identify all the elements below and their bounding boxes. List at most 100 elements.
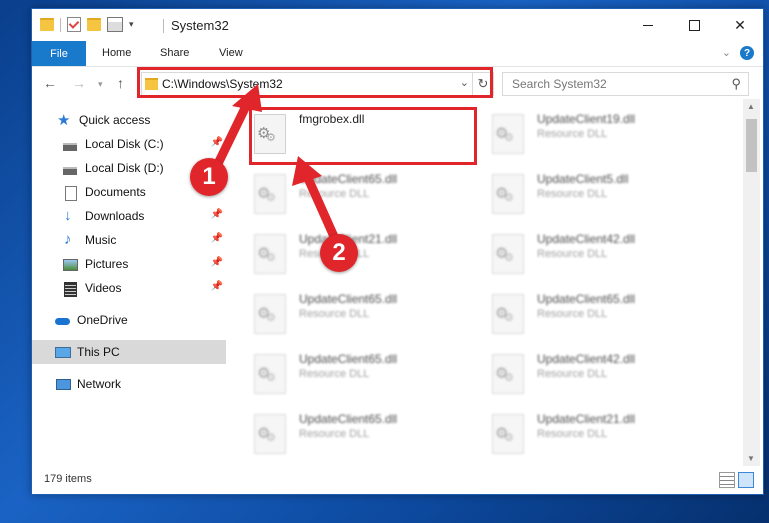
forward-button[interactable]: → [72, 75, 86, 91]
file-name: UpdateClient65.dll [299, 292, 398, 306]
list-item[interactable]: UpdateClient65.dll Resource DLL [465, 287, 697, 337]
sidebar-item-label: Local Disk (D:) [85, 161, 164, 175]
sidebar-item-local-disk-c[interactable]: Local Disk (C:) 📌 [32, 132, 226, 156]
document-icon [63, 185, 78, 201]
file-type: Resource DLL [299, 308, 370, 320]
list-item[interactable]: UpdateClient65.dll Resource DLL [227, 407, 459, 457]
search-input[interactable]: Search System32 ⚲ [502, 72, 749, 96]
minimize-button[interactable] [625, 9, 671, 41]
dll-file-icon [492, 234, 524, 274]
dll-file-icon [254, 234, 286, 274]
close-icon: ✕ [734, 16, 746, 33]
sidebar-item-videos[interactable]: Videos 📌 [32, 276, 226, 300]
item-count: 179 items [44, 473, 92, 485]
file-type: Resource DLL [299, 188, 370, 200]
search-placeholder: Search System32 [512, 77, 607, 91]
file-type: Resource DLL [537, 128, 608, 140]
expand-ribbon-icon[interactable]: ⌄ [722, 46, 731, 59]
pin-icon: 📌 [210, 233, 223, 244]
tab-file[interactable]: File [32, 41, 86, 66]
sidebar-item-label: Videos [85, 281, 122, 295]
list-item[interactable]: UpdateClient65.dll Resource DLL [227, 287, 459, 337]
download-icon: ↓ [64, 206, 72, 224]
maximize-button[interactable] [671, 9, 717, 41]
sidebar-item-music[interactable]: ♪ Music 📌 [32, 228, 226, 252]
star-icon: ★ [57, 111, 71, 129]
toolbar-divider [60, 17, 61, 32]
file-type: Resource DLL [537, 188, 608, 200]
new-folder-icon[interactable] [87, 18, 101, 31]
callout-2: 2 [320, 234, 358, 272]
title-divider [163, 19, 164, 33]
sidebar-item-label: Quick access [79, 113, 151, 127]
drive-icon [63, 138, 78, 151]
list-item[interactable]: UpdateClient21.dll Resource DLL [465, 407, 697, 457]
dll-file-icon [492, 414, 524, 454]
up-button[interactable]: ↑ [117, 75, 124, 91]
large-icons-view-icon[interactable] [738, 472, 754, 488]
list-item[interactable]: UpdateClient42.dll Resource DLL [465, 347, 697, 397]
music-icon: ♪ [64, 230, 72, 248]
properties-check-icon[interactable] [67, 17, 81, 32]
details-view-icon[interactable] [719, 472, 735, 488]
pin-icon: 📌 [210, 209, 223, 220]
scroll-up-icon[interactable]: ▲ [747, 102, 755, 111]
title-bar: ▾ System32 ✕ [32, 9, 763, 41]
sidebar-item-quick-access[interactable]: ★ Quick access [32, 108, 226, 132]
file-type: Resource DLL [537, 308, 608, 320]
list-item[interactable]: UpdateClient19.dll Resource DLL [465, 107, 697, 157]
maximize-icon [688, 19, 700, 31]
window-title: System32 [171, 18, 229, 33]
file-type: Resource DLL [537, 248, 608, 260]
picture-icon [63, 258, 78, 271]
file-highlight [249, 107, 477, 165]
file-type: Resource DLL [299, 368, 370, 380]
dll-file-icon [254, 174, 286, 214]
file-name: UpdateClient65.dll [299, 172, 398, 186]
tab-home[interactable]: Home [102, 47, 131, 59]
sidebar-item-label: Pictures [85, 257, 129, 271]
cloud-icon [55, 314, 70, 327]
file-name: UpdateClient19.dll [537, 112, 636, 126]
folder-icon [40, 18, 54, 31]
network-icon [55, 378, 71, 391]
sidebar-item-network[interactable]: Network [32, 372, 226, 396]
pin-icon: 📌 [210, 281, 223, 292]
customize-icon[interactable] [107, 17, 123, 32]
sidebar-item-downloads[interactable]: ↓ Downloads 📌 [32, 204, 226, 228]
drive-icon [63, 162, 78, 175]
list-item[interactable]: UpdateClient65.dll Resource DLL [227, 167, 459, 217]
address-bar-highlight [137, 67, 493, 98]
navigation-pane: ★ Quick access Local Disk (C:) 📌 Local D… [32, 99, 226, 466]
dll-file-icon [254, 294, 286, 334]
help-icon[interactable]: ? [740, 46, 754, 60]
file-name: UpdateClient42.dll [537, 232, 636, 246]
computer-icon [55, 346, 71, 359]
file-name: UpdateClient21.dll [537, 412, 636, 426]
sidebar-item-this-pc[interactable]: This PC [32, 340, 226, 364]
sidebar-item-label: Network [77, 377, 122, 391]
video-icon [63, 281, 78, 297]
sidebar-item-pictures[interactable]: Pictures 📌 [32, 252, 226, 276]
list-item[interactable]: UpdateClient65.dll Resource DLL [227, 347, 459, 397]
vertical-scrollbar[interactable]: ▲ ▼ [743, 99, 760, 466]
scroll-down-icon[interactable]: ▼ [747, 454, 755, 463]
status-bar: 179 items [32, 466, 763, 494]
close-button[interactable]: ✕ [717, 9, 763, 41]
dll-file-icon [492, 174, 524, 214]
scrollbar-thumb[interactable] [746, 119, 757, 172]
file-name: UpdateClient65.dll [299, 352, 398, 366]
file-name: UpdateClient65.dll [299, 412, 398, 426]
list-item[interactable]: UpdateClient5.dll Resource DLL [465, 167, 697, 217]
pin-icon: 📌 [210, 257, 223, 268]
tab-share[interactable]: Share [160, 47, 189, 59]
dll-file-icon [492, 114, 524, 154]
list-item[interactable]: UpdateClient42.dll Resource DLL [465, 227, 697, 277]
tab-view[interactable]: View [219, 47, 243, 59]
callout-1: 1 [190, 158, 228, 196]
back-button[interactable]: ← [43, 75, 57, 91]
recent-locations-icon[interactable]: ▾ [98, 79, 103, 90]
chevron-down-icon[interactable]: ▾ [129, 19, 134, 30]
sidebar-item-onedrive[interactable]: OneDrive [32, 308, 226, 332]
search-icon[interactable]: ⚲ [731, 76, 741, 92]
